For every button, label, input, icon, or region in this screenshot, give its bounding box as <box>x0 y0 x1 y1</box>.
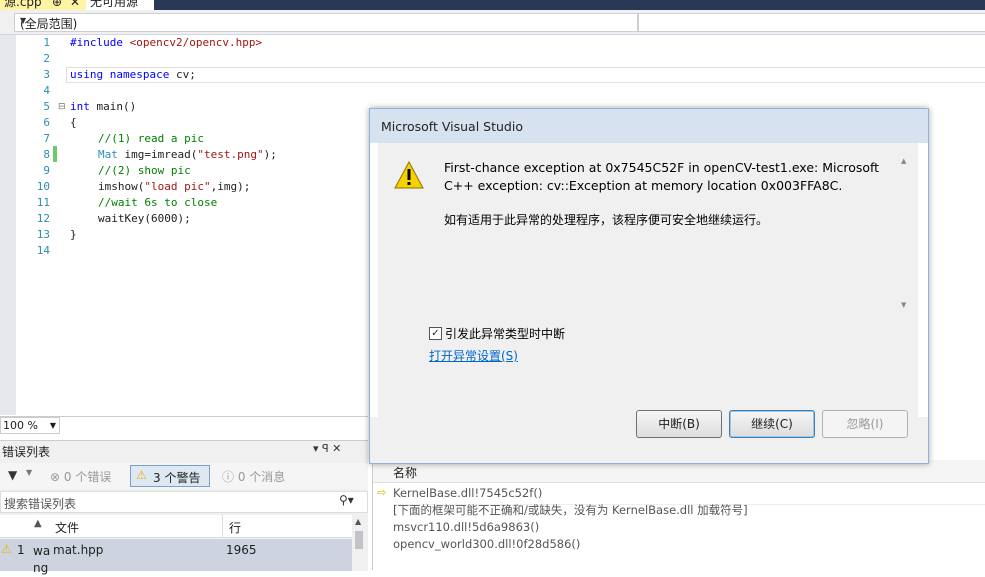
panel-title: 错误列表 <box>2 445 51 459</box>
exception-message: First-chance exception at 0x7545C52F in … <box>444 160 880 193</box>
line-number: 2 <box>43 52 50 65</box>
code-line[interactable]: using namespace cv; <box>70 67 196 83</box>
break-button[interactable]: 中断(B) <box>636 410 722 438</box>
current-line-highlight <box>66 67 985 83</box>
dialog-title-bar[interactable]: Microsoft Visual Studio <box>370 109 928 143</box>
navigation-bar: (全局范围) ▼ <box>0 10 985 35</box>
code-line[interactable]: #include <opencv2/opencv.hpp> <box>70 35 262 51</box>
code-line[interactable]: //(2) show pic <box>98 163 191 179</box>
checkbox-box[interactable]: ✓ <box>429 327 442 340</box>
error-icon: ⊗ <box>50 470 61 484</box>
dialog-body: First-chance exception at 0x7545C52F in … <box>378 143 918 417</box>
chevron-down-icon: ▼ <box>20 16 27 25</box>
dialog-title: Microsoft Visual Studio <box>381 119 523 134</box>
sort-up-icon[interactable]: ▲ <box>34 518 42 529</box>
exception-dialog: Microsoft Visual Studio First-chance exc… <box>369 108 929 464</box>
code-line[interactable]: } <box>70 227 77 243</box>
error-list-toolbar: ▼ ▼ ⊗ 0 个错误 ⚠ 3 个警告 ⓘ 0 个消息 <box>0 463 368 489</box>
tab-label: 无可用源 <box>90 0 139 9</box>
scope-dropdown[interactable]: (全局范围) ▼ <box>14 13 638 32</box>
member-dropdown[interactable] <box>638 13 985 32</box>
warnings-filter-button[interactable]: ⚠ 3 个警告 <box>130 465 210 487</box>
line-number: 1 <box>43 36 50 49</box>
warning-icon <box>394 161 424 189</box>
info-icon: ⓘ <box>222 470 235 484</box>
column-file[interactable]: 文件 <box>55 519 79 536</box>
line-number: 14 <box>36 244 50 257</box>
column-line[interactable]: 行 <box>229 519 241 536</box>
line-number: 4 <box>43 84 50 97</box>
chevron-down-icon: ▼ <box>49 421 56 430</box>
scroll-up-icon[interactable]: ▲ <box>355 517 361 526</box>
line-number: 6 <box>43 116 50 129</box>
message-area: First-chance exception at 0x7545C52F in … <box>382 147 910 317</box>
close-icon[interactable]: ✕ <box>70 0 80 10</box>
document-tab-bar: 源.cpp ⊕ ✕ 无可用源 <box>0 0 985 10</box>
scroll-down-icon[interactable]: ▼ <box>901 301 906 309</box>
change-marker <box>53 146 57 162</box>
zoom-value: 100 % <box>3 419 38 432</box>
pin-icon[interactable]: ⊕ <box>52 0 62 10</box>
line-number: 5 <box>43 100 50 113</box>
search-input[interactable]: 搜索错误列表 ⚲▾ <box>0 491 368 513</box>
filter-icon[interactable]: ▼ <box>8 468 17 482</box>
call-stack-panel: 名称 ⇨ KernelBase.dll!7545c52f() [下面的框架可能不… <box>372 460 985 570</box>
line-number: 3 <box>43 68 50 81</box>
code-line[interactable]: Mat img=imread("test.png"); <box>98 147 277 163</box>
code-line[interactable]: int main() <box>70 99 136 115</box>
messages-filter-button[interactable]: ⓘ 0 个消息 <box>222 468 285 485</box>
line-number: 8 <box>43 148 50 161</box>
error-list-panel: 错误列表 ▾ ꟼ ✕ ▼ ▼ ⊗ 0 个错误 ⚠ 3 个警告 ⓘ 0 个消息 搜… <box>0 440 368 575</box>
tab-source-cpp[interactable]: 源.cpp ⊕ ✕ <box>0 0 92 10</box>
line-number: 7 <box>43 132 50 145</box>
zoom-dropdown[interactable]: 100 % ▼ <box>0 417 60 434</box>
warning-icon: ⚠ <box>1 542 12 556</box>
exception-hint: 如有适用于此异常的处理程序，该程序便可安全地继续运行。 <box>444 213 769 227</box>
continue-button[interactable]: 继续(C) <box>729 410 815 438</box>
errors-filter-button[interactable]: ⊗ 0 个错误 <box>50 468 111 485</box>
editor-status-strip: 100 % ▼ <box>0 416 368 434</box>
error-list-header: ▲ 文件 行 <box>0 515 352 538</box>
message-scrollbar[interactable]: ▲ ▼ <box>899 157 913 311</box>
current-frame-arrow-icon: ⇨ <box>377 486 387 499</box>
table-row[interactable]: ⚠ 1 wa ng mat.hpp 1965 <box>0 539 352 575</box>
search-icon[interactable]: ⚲▾ <box>339 493 354 507</box>
tab-no-source[interactable]: 无可用源 <box>86 0 154 10</box>
column-divider <box>222 515 223 537</box>
editor-gutter <box>0 35 16 415</box>
chevron-down-icon[interactable]: ▼ <box>26 468 32 477</box>
tab-label: 源.cpp <box>4 0 42 9</box>
line-number: 10 <box>36 180 50 193</box>
open-exception-settings-link[interactable]: 打开异常设置(S) <box>429 347 518 364</box>
line-number: 9 <box>43 164 50 177</box>
code-line[interactable]: //(1) read a pic <box>98 131 204 147</box>
ignore-button[interactable]: 忽略(I) <box>822 410 908 438</box>
column-name[interactable]: 名称 <box>393 464 417 481</box>
stack-frame[interactable]: opencv_world300.dll!0f28d586() <box>393 533 580 555</box>
scrollbar[interactable]: ▲ <box>352 515 366 571</box>
panel-window-controls[interactable]: ▾ ꟼ ✕ <box>313 442 341 455</box>
line-number: 12 <box>36 212 50 225</box>
code-line[interactable]: //wait 6s to close <box>98 195 217 211</box>
warning-icon: ⚠ <box>136 468 147 482</box>
scroll-up-icon[interactable]: ▲ <box>901 157 906 165</box>
collapse-icon[interactable]: ⊟ <box>58 99 66 115</box>
code-line[interactable]: waitKey(6000); <box>98 211 191 227</box>
code-line[interactable]: imshow("load pic",img); <box>98 179 250 195</box>
line-number: 11 <box>36 196 50 209</box>
checkbox-label: 引发此异常类型时中断 <box>445 327 566 341</box>
scroll-thumb[interactable] <box>355 531 363 549</box>
line-number: 13 <box>36 228 50 241</box>
code-line[interactable]: { <box>70 115 77 131</box>
